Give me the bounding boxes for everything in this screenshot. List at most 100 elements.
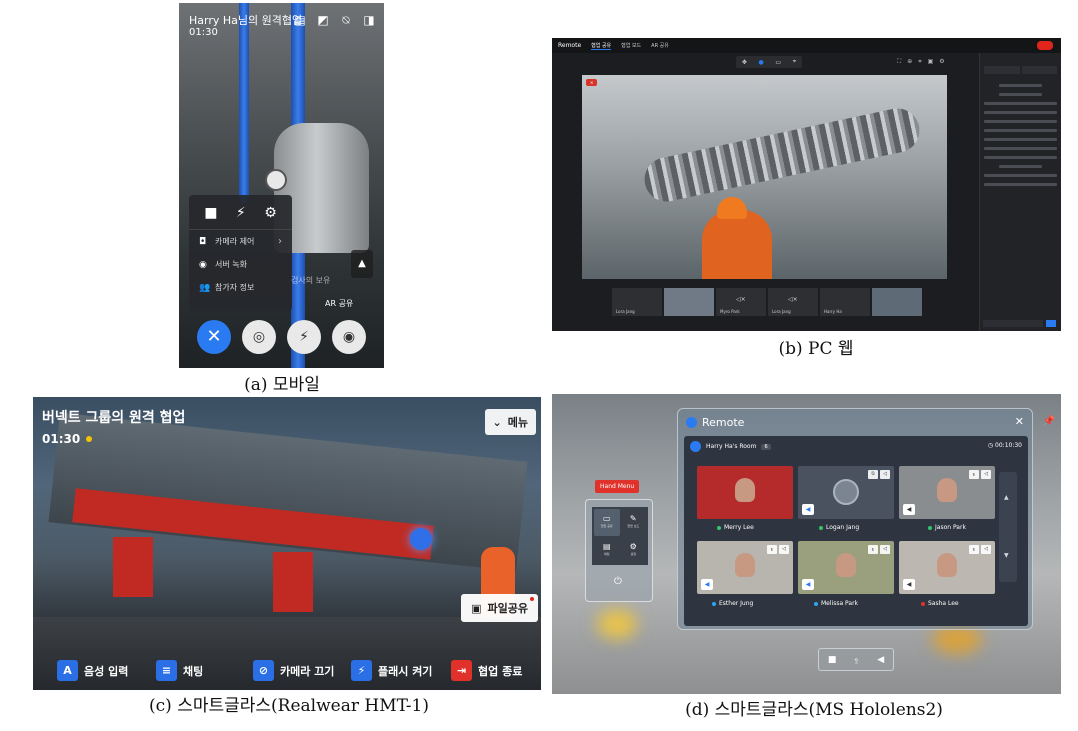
camera-off-icon[interactable]: ◩ — [316, 13, 330, 28]
power-icon[interactable]: ⏻ — [614, 576, 622, 587]
mic-icon[interactable]: ⍚ — [868, 545, 878, 554]
menu-item-camera-control[interactable]: ◘ 카메라 제어 › — [189, 230, 292, 253]
participant-thumb[interactable] — [664, 288, 714, 316]
flash-on-command[interactable]: ⚡ 플래시 켜기 — [351, 660, 432, 681]
speaker-icon[interactable]: ◀ — [877, 655, 884, 665]
speaker-icon[interactable]: ◀ — [701, 579, 713, 590]
speaker-icon[interactable]: ◨ — [362, 13, 376, 28]
chat-icon[interactable]: ▤ — [293, 13, 307, 28]
main-video[interactable]: ✕ — [582, 75, 947, 279]
status-dot — [928, 525, 932, 530]
mic-off-icon[interactable]: ⍉ — [339, 13, 353, 28]
ar-pointer — [410, 528, 432, 550]
chat-line — [984, 147, 1057, 150]
chevron-down-icon[interactable]: ▼ — [1004, 552, 1009, 559]
hololens-screenshot: 📌 Hand Menu ▭ 협업 공유 ✎ 협업 보드 ▤ 채팅 ⚙ 설정 ⏻ Remo… — [552, 394, 1061, 694]
participant-thumb[interactable]: Lora Jang — [612, 288, 662, 316]
chevron-up-icon[interactable]: ▲ — [1004, 494, 1009, 501]
participant-tile[interactable]: ⍚ ◁ ◀ — [798, 541, 894, 594]
nav-tab[interactable]: 협업 보드 — [621, 42, 641, 49]
mic-icon[interactable]: ⍚ — [767, 545, 777, 554]
speaker-off-icon[interactable]: ◁ — [880, 470, 890, 479]
hand-menu-chat[interactable]: ▤ 채팅 — [594, 537, 620, 564]
status-dot — [814, 601, 818, 606]
speaker-icon[interactable]: ◁ — [981, 545, 991, 554]
menu-button[interactable]: ⌄ 메뉴 — [484, 409, 536, 435]
gear-icon[interactable]: ⚙ — [264, 205, 277, 221]
tile-controls: ⍚ ◁ — [767, 545, 789, 554]
mic-icon[interactable]: ⍚ — [854, 655, 859, 665]
command-label: 채팅 — [183, 664, 204, 678]
pointer-icon[interactable]: ✥ — [742, 59, 747, 66]
close-button[interactable]: ✕ — [197, 320, 231, 354]
session-title: Harry Ha님의 원격협업 — [189, 14, 303, 27]
speaker-icon[interactable]: ◁ — [981, 470, 991, 479]
mic-icon[interactable]: ⍚ — [969, 470, 979, 479]
speaker-icon[interactable]: ◁ — [880, 545, 890, 554]
hand-menu-settings[interactable]: ⚙ 설정 — [621, 537, 647, 564]
status-dot — [712, 601, 716, 606]
participant-tile[interactable]: ⍚ ◁ ◀ — [697, 541, 793, 594]
video-icon[interactable]: ■ — [828, 655, 837, 665]
page-scroller[interactable]: ▲ ▼ — [999, 472, 1017, 582]
participant-tile[interactable]: ⍉ ◁ ◀ — [798, 466, 894, 519]
hand-menu-label: 협업 공유 — [600, 524, 613, 528]
shutter-button[interactable]: ◎ — [242, 320, 276, 354]
participant-strip: Lora Jang ◁× Myro Park ◁× Lora Jang Harry … — [612, 288, 922, 316]
participant-video — [937, 553, 957, 577]
tab-files[interactable] — [1021, 66, 1057, 74]
participant-thumb[interactable]: ◁× Myro Park — [716, 288, 766, 316]
participant-tile[interactable]: ⍚ ◁ ◀ — [899, 541, 995, 594]
chat-sidebar — [979, 53, 1061, 331]
mic-icon[interactable]: ⍚ — [969, 545, 979, 554]
eye-off-button[interactable]: ◉ — [332, 320, 366, 354]
participant-thumb[interactable] — [872, 288, 922, 316]
camera-off-command[interactable]: ⊘ 카메라 끄기 — [253, 660, 334, 681]
chat-line — [984, 138, 1057, 141]
speaker-icon[interactable]: ◀ — [802, 579, 814, 590]
tab-chat[interactable] — [984, 66, 1020, 74]
menu-item-server-record[interactable]: ◉ 서버 녹화 — [189, 253, 292, 276]
participant-thumb[interactable]: ◁× Lora Jang — [768, 288, 818, 316]
mic-off-icon[interactable]: ⍉ — [868, 470, 878, 479]
participant-thumb[interactable]: Harry Ha — [820, 288, 870, 316]
participant-tile[interactable]: ⍚ ◁ ◀ — [899, 466, 995, 519]
record-button[interactable] — [1037, 41, 1053, 50]
send-button[interactable] — [1046, 320, 1056, 327]
flash-off-button[interactable]: ⚡ — [287, 320, 321, 354]
voice-input-command[interactable]: A 음성 입력 — [57, 660, 128, 681]
red-frame — [273, 552, 313, 612]
expand-up-button[interactable]: ▲ — [351, 250, 373, 278]
hand-menu-share[interactable]: ▭ 협업 공유 — [594, 509, 620, 536]
flash-icon[interactable]: ⚡ — [236, 205, 246, 221]
layers-icon[interactable]: ▣ — [928, 58, 934, 66]
participant-tile[interactable] — [697, 466, 793, 519]
nav-tab[interactable]: 협업 공유 — [591, 42, 612, 50]
crop-icon[interactable]: ⌗ — [918, 58, 921, 66]
pin-icon[interactable]: 📌 — [1043, 416, 1055, 427]
chat-line — [984, 111, 1057, 114]
zoom-icon[interactable]: ⊕ — [907, 58, 912, 66]
nav-tab[interactable]: AR 공유 — [651, 42, 669, 49]
video-icon[interactable]: ■ — [204, 205, 217, 221]
speaker-icon[interactable]: ◀ — [802, 504, 814, 515]
monitor-icon[interactable]: ▭ — [775, 59, 781, 66]
menu-item-label: 서버 녹화 — [215, 260, 247, 269]
app-logo: Remote — [558, 42, 582, 49]
speaker-icon[interactable]: ◁ — [779, 545, 789, 554]
chat-input[interactable] — [983, 320, 1043, 327]
close-icon[interactable]: ✕ — [1015, 415, 1024, 428]
speaker-muted-icon[interactable]: ◀ — [903, 579, 915, 590]
end-session-command[interactable]: ⇥ 협업 종료 — [451, 660, 522, 681]
file-share-button[interactable]: ▣ 파일공유 — [461, 594, 538, 622]
hand-menu-board[interactable]: ✎ 협업 보드 — [621, 509, 647, 536]
background-blur — [597, 609, 637, 639]
chat-command[interactable]: ≡ 채팅 — [156, 660, 203, 681]
fullscreen-icon[interactable]: ⛶ — [897, 58, 901, 66]
location-icon[interactable]: ⌖ — [793, 58, 796, 66]
circle-icon[interactable]: ● — [759, 59, 764, 66]
settings-icon[interactable]: ⚙ — [939, 58, 944, 66]
speaker-muted-icon[interactable]: ◀ — [903, 504, 915, 515]
chevron-right-icon: › — [278, 236, 282, 247]
menu-item-participants[interactable]: 👥 참가자 정보 — [189, 276, 292, 299]
